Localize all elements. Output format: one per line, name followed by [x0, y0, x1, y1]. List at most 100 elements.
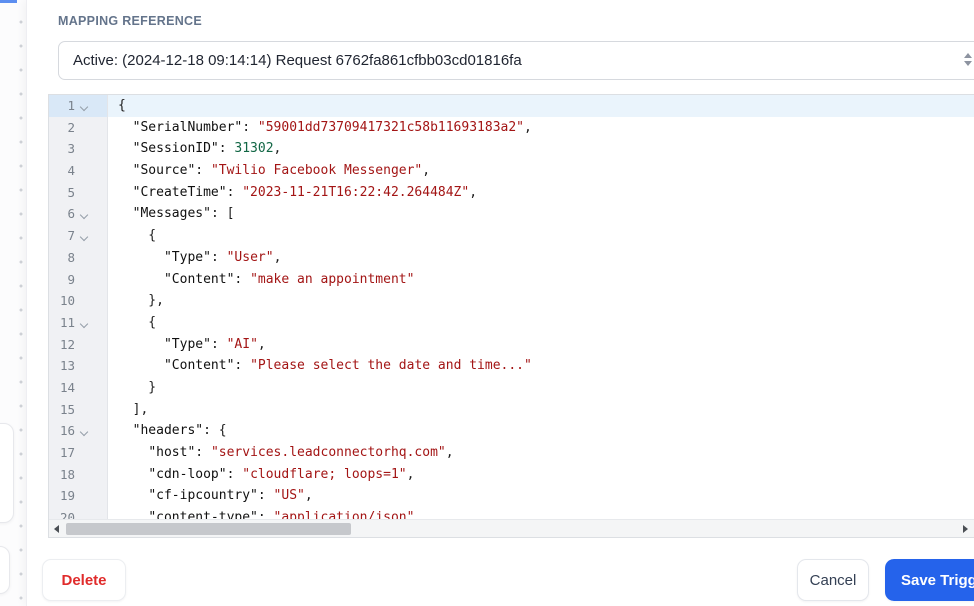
gutter-cell: 6 — [49, 203, 107, 225]
code-text: "Source": "Twilio Facebook Messenger", — [132, 163, 431, 179]
code-line[interactable]: 19 "cf-ipcountry": "US", — [49, 485, 974, 507]
cancel-button[interactable]: Cancel — [797, 559, 869, 601]
horizontal-scrollbar[interactable] — [49, 519, 974, 537]
gutter-cell: 4 — [49, 160, 107, 182]
line-number: 4 — [67, 163, 75, 179]
code-line[interactable]: 17 "host": "services.leadconnectorhq.com… — [49, 442, 974, 464]
line-number: 11 — [59, 314, 75, 330]
code-text: }, — [117, 293, 164, 309]
background-card — [0, 423, 14, 523]
gutter-cell: 18 — [49, 464, 107, 486]
code-line[interactable]: 11 { — [49, 312, 974, 334]
json-editor[interactable]: 1{2 "SerialNumber": "59001dd73709417321c… — [48, 94, 974, 538]
code-text: { — [117, 314, 157, 330]
code-line[interactable]: 3 "SessionID": 31302, — [49, 138, 974, 160]
code-line[interactable]: 15 ], — [49, 399, 974, 421]
fold-toggle-icon[interactable] — [75, 225, 95, 247]
code-text: "cdn-loop": "cloudflare; loops=1", — [148, 466, 415, 482]
code-line[interactable]: 10 }, — [49, 290, 974, 312]
gutter-cell: 17 — [49, 442, 107, 464]
code-line[interactable]: 2 "SerialNumber": "59001dd73709417321c58… — [49, 117, 974, 139]
gutter-cell: 20 — [49, 507, 107, 519]
code-text: } — [117, 379, 157, 395]
code-text: { — [118, 98, 126, 113]
code-text: "cf-ipcountry": "US", — [148, 488, 313, 504]
fold-toggle-icon[interactable] — [75, 420, 95, 442]
code-text: "Content": "make an appointment" — [163, 271, 415, 287]
background-card — [0, 546, 10, 594]
code-line[interactable]: 20 "content-type": "application/json", — [49, 507, 974, 519]
code-line[interactable]: 13 "Content": "Please select the date an… — [49, 355, 974, 377]
scrollbar-right-arrow-icon[interactable] — [963, 525, 968, 533]
fold-toggle-icon[interactable] — [75, 95, 95, 117]
gutter-divider — [107, 95, 108, 519]
page: MAPPING REFERENCE Active: (2024-12-18 09… — [0, 0, 974, 606]
scrollbar-thumb[interactable] — [66, 523, 351, 535]
fold-toggle-icon[interactable] — [75, 203, 95, 225]
code-line[interactable]: 1{ — [49, 95, 974, 117]
code-text: "Type": "User", — [163, 249, 282, 265]
line-number: 14 — [59, 379, 75, 395]
gutter-cell: 13 — [49, 355, 107, 377]
line-number: 17 — [59, 445, 75, 460]
page-title: MAPPING REFERENCE — [58, 14, 203, 28]
line-number: 15 — [59, 401, 75, 417]
line-number: 7 — [67, 228, 75, 244]
line-number: 2 — [67, 119, 75, 135]
code-line[interactable]: 6 "Messages": [ — [49, 203, 974, 225]
delete-button[interactable]: Delete — [42, 559, 126, 601]
code-line[interactable]: 8 "Type": "User", — [49, 247, 974, 269]
code-line[interactable]: 12 "Type": "AI", — [49, 334, 974, 356]
line-number: 9 — [67, 271, 75, 287]
code-text: "SerialNumber": "59001dd73709417321c58b1… — [132, 119, 532, 135]
line-number: 12 — [59, 336, 75, 352]
gutter-cell: 15 — [49, 399, 107, 421]
line-number: 5 — [67, 184, 75, 200]
gutter-cell: 1 — [49, 95, 107, 117]
scrollbar-left-arrow-icon[interactable] — [54, 525, 59, 533]
active-request-select-value: Active: (2024-12-18 09:14:14) Request 67… — [73, 52, 522, 69]
gutter-cell: 2 — [49, 117, 107, 139]
code-text: "content-type": "application/json", — [148, 510, 423, 519]
line-number: 13 — [59, 358, 75, 374]
line-number: 20 — [59, 510, 75, 519]
gutter-cell: 19 — [49, 485, 107, 507]
code-text: "Content": "Please select the date and t… — [163, 358, 532, 374]
code-text: { — [117, 228, 157, 244]
code-text: "Type": "AI", — [163, 336, 266, 352]
gutter-cell: 12 — [49, 334, 107, 356]
code-text: "CreateTime": "2023-11-21T16:22:42.26448… — [132, 184, 478, 200]
gutter-cell: 3 — [49, 138, 107, 160]
save-trigger-button[interactable]: Save Trigger — [885, 559, 974, 601]
code-line[interactable]: 9 "Content": "make an appointment" — [49, 269, 974, 291]
gutter-cell: 14 — [49, 377, 107, 399]
gutter-cell: 9 — [49, 269, 107, 291]
gutter-cell: 7 — [49, 225, 107, 247]
code-line[interactable]: 14 } — [49, 377, 974, 399]
fold-toggle-icon[interactable] — [75, 312, 95, 334]
code-text: "host": "services.leadconnectorhq.com", — [148, 445, 454, 460]
code-line[interactable]: 5 "CreateTime": "2023-11-21T16:22:42.264… — [49, 182, 974, 204]
code-line[interactable]: 18 "cdn-loop": "cloudflare; loops=1", — [49, 464, 974, 486]
select-caret-icon — [962, 51, 974, 69]
code-text: "Messages": [ — [132, 206, 235, 222]
code-line[interactable]: 7 { — [49, 225, 974, 247]
line-number: 6 — [67, 206, 75, 222]
code-line[interactable]: 4 "Source": "Twilio Facebook Messenger", — [49, 160, 974, 182]
active-request-select[interactable]: Active: (2024-12-18 09:14:14) Request 67… — [58, 41, 974, 80]
gutter-cell: 11 — [49, 312, 107, 334]
code-line[interactable]: 16 "headers": { — [49, 420, 974, 442]
line-number: 10 — [59, 293, 75, 309]
gutter-cell: 10 — [49, 290, 107, 312]
